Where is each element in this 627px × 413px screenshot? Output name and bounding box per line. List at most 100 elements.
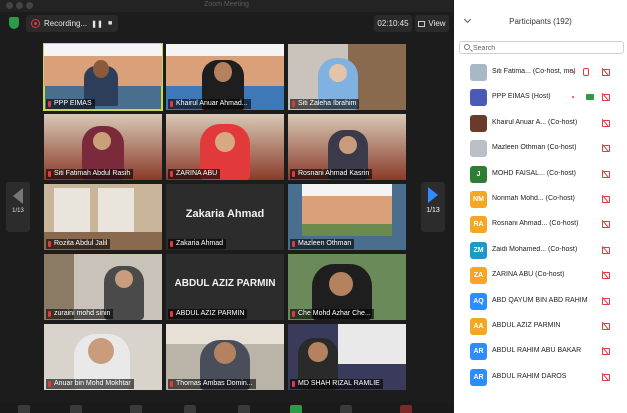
video-tile[interactable]: Rozita Abdul Jalil bbox=[44, 184, 162, 250]
video-off-icon bbox=[602, 195, 612, 203]
video-on-icon bbox=[586, 94, 594, 101]
participant-name: ABDUL AZIZ PARMIN bbox=[492, 322, 561, 329]
tile-name: PPP EIMAS bbox=[46, 99, 95, 109]
tile-name: Che Mohd Azhar Che... bbox=[290, 309, 374, 319]
video-off-icon bbox=[602, 297, 612, 305]
video-tile[interactable]: Anuar bin Mohd Mokhtar bbox=[44, 324, 162, 390]
video-tile[interactable]: Siti Zaleha Ibrahim bbox=[288, 44, 406, 110]
participant-name: MOHD FAISAL... (Co-host) bbox=[492, 169, 577, 177]
tile-name: Thomas Ambas Domin... bbox=[168, 379, 256, 389]
video-tile[interactable]: Mazleen Othman bbox=[288, 184, 406, 250]
participant-row[interactable]: Siti Fatima... (Co-host, me) bbox=[454, 60, 627, 84]
participant-row[interactable]: AR ABDUL RAHIM ABU BAKAR bbox=[454, 339, 627, 363]
participant-row[interactable]: ZA ZARINA ABU (Co-host) bbox=[454, 263, 627, 287]
participants-panel: Participants (192) Siti Fatima... (Co-ho… bbox=[454, 0, 627, 413]
video-tile[interactable]: MD SHAH RIZAL RAMLIE bbox=[288, 324, 406, 390]
avatar bbox=[470, 64, 487, 81]
tile-name: ABDUL AZIZ PARMIN bbox=[168, 309, 248, 319]
avatar bbox=[470, 140, 487, 158]
tile-name: zuraini mohd sinin bbox=[46, 309, 114, 319]
tile-name: Anuar bin Mohd Mokhtar bbox=[46, 379, 134, 389]
security-shield-icon[interactable] bbox=[9, 17, 19, 29]
page-indicator-left: 1/13 bbox=[12, 208, 24, 214]
meeting-timer: 02:10:45 bbox=[374, 15, 412, 32]
video-off-icon bbox=[602, 93, 612, 102]
video-tile[interactable]: ABDUL AZIZ PARMIN ABDUL AZIZ PARMIN bbox=[166, 254, 284, 320]
participant-row[interactable]: AQ ABD QAYUM BIN ABD RAHIM bbox=[454, 289, 627, 313]
participants-search bbox=[459, 41, 624, 54]
video-grid: PPP EIMAS Khairul Anuar Ahmad... Siti Za… bbox=[43, 43, 406, 390]
video-tile[interactable]: Siti Fatimah Abdul Rasih bbox=[44, 114, 162, 180]
participant-name: Mazleen Othman (Co-host) bbox=[492, 144, 577, 152]
video-tile[interactable]: ZARINA ABU bbox=[166, 114, 284, 180]
participant-name: ZARINA ABU (Co-host) bbox=[492, 271, 565, 279]
tile-name: Zakaria Ahmad bbox=[168, 239, 227, 249]
view-button[interactable]: View bbox=[415, 15, 449, 32]
video-off-icon bbox=[602, 347, 612, 356]
avatar: AQ bbox=[470, 292, 487, 310]
participant-row[interactable]: PPP EIMAS (Host) bbox=[454, 85, 627, 109]
view-button-label: View bbox=[428, 19, 446, 28]
video-off-icon bbox=[602, 170, 612, 178]
video-icon[interactable] bbox=[70, 405, 82, 413]
stop-recording-icon[interactable]: ■ bbox=[105, 20, 115, 27]
participant-name: Norimah Mohd... (Co-host) bbox=[492, 195, 575, 202]
tile-name: MD SHAH RIZAL RAMLIE bbox=[290, 379, 383, 389]
previous-page-button[interactable]: 1/13 bbox=[6, 182, 30, 232]
tile-name: Rozita Abdul Jalil bbox=[46, 239, 111, 249]
video-tile[interactable]: Thomas Ambas Domin... bbox=[166, 324, 284, 390]
video-off-icon bbox=[602, 119, 612, 127]
video-tile[interactable]: zuraini mohd sinin bbox=[44, 254, 162, 320]
tile-name: Khairul Anuar Ahmad... bbox=[168, 99, 251, 109]
share-screen-icon[interactable] bbox=[290, 405, 302, 413]
page-indicator-right: 1/13 bbox=[426, 207, 440, 214]
participant-name: ABD QAYUM BIN ABD RAHIM bbox=[492, 296, 588, 304]
participant-row[interactable]: Mazleen Othman (Co-host) bbox=[454, 136, 627, 160]
video-off-icon bbox=[602, 271, 612, 280]
avatar: J bbox=[470, 165, 487, 183]
recording-label: Recording... bbox=[44, 19, 88, 28]
mute-icon[interactable] bbox=[18, 405, 30, 413]
video-off-icon bbox=[602, 68, 612, 76]
avatar: AR bbox=[470, 343, 487, 361]
end-meeting-icon[interactable] bbox=[400, 405, 412, 413]
record-icon[interactable] bbox=[340, 405, 352, 413]
avatar: ZA bbox=[470, 267, 487, 285]
participant-name: Zaidi Mohamed... (Co-host) bbox=[492, 245, 578, 253]
recording-icon bbox=[31, 19, 40, 28]
participant-name: ABDUL RAHIM DAROS bbox=[492, 372, 567, 380]
participants-icon[interactable] bbox=[184, 405, 196, 413]
pause-recording-icon[interactable]: ❚❚ bbox=[91, 20, 103, 28]
participant-row[interactable]: AA ABDUL AZIZ PARMIN bbox=[454, 314, 627, 338]
participant-row[interactable]: ZM Zaidi Mohamed... (Co-host) bbox=[454, 238, 627, 262]
avatar: NM bbox=[470, 191, 487, 208]
search-icon bbox=[464, 44, 470, 50]
next-page-button[interactable]: 1/13 bbox=[421, 182, 445, 232]
avatar bbox=[470, 89, 487, 107]
participant-row[interactable]: RA Rosnani Ahmad... (Co-host) bbox=[454, 212, 627, 236]
participant-row[interactable]: NM Norimah Mohd... (Co-host) bbox=[454, 187, 627, 211]
video-off-icon bbox=[602, 220, 612, 229]
avatar: ZM bbox=[470, 241, 487, 259]
tile-name: Mazleen Othman bbox=[290, 239, 355, 249]
video-tile[interactable]: Rosnani Ahmad Kasrin bbox=[288, 114, 406, 180]
participant-name: Rosnani Ahmad... (Co-host) bbox=[492, 220, 579, 228]
search-input[interactable] bbox=[473, 43, 621, 53]
video-tile[interactable]: PPP EIMAS bbox=[43, 43, 163, 111]
video-tile[interactable]: Zakaria Ahmad Zakaria Ahmad bbox=[166, 184, 284, 250]
tile-name: Siti Zaleha Ibrahim bbox=[290, 99, 360, 109]
participant-row[interactable]: Khairul Anuar A... (Co-host) bbox=[454, 111, 627, 135]
meeting-toolbar bbox=[0, 402, 453, 413]
participant-row[interactable]: J MOHD FAISAL... (Co-host) bbox=[454, 162, 627, 186]
participant-name: Khairul Anuar A... (Co-host) bbox=[492, 118, 578, 126]
participants-header: Participants (192) bbox=[454, 12, 627, 34]
participants-title: Participants (192) bbox=[509, 17, 572, 26]
arrow-left-icon bbox=[13, 188, 23, 204]
zoom-window: Zoom Meeting Recording... ❚❚ ■ 02:10:45 … bbox=[0, 0, 627, 413]
video-tile[interactable]: Che Mohd Azhar Che... bbox=[288, 254, 406, 320]
chat-icon[interactable] bbox=[238, 405, 250, 413]
security-icon[interactable] bbox=[130, 405, 142, 413]
avatar bbox=[470, 114, 487, 132]
video-tile[interactable]: Khairul Anuar Ahmad... bbox=[166, 44, 284, 110]
participant-row[interactable]: AR ABDUL RAHIM DAROS bbox=[454, 365, 627, 389]
